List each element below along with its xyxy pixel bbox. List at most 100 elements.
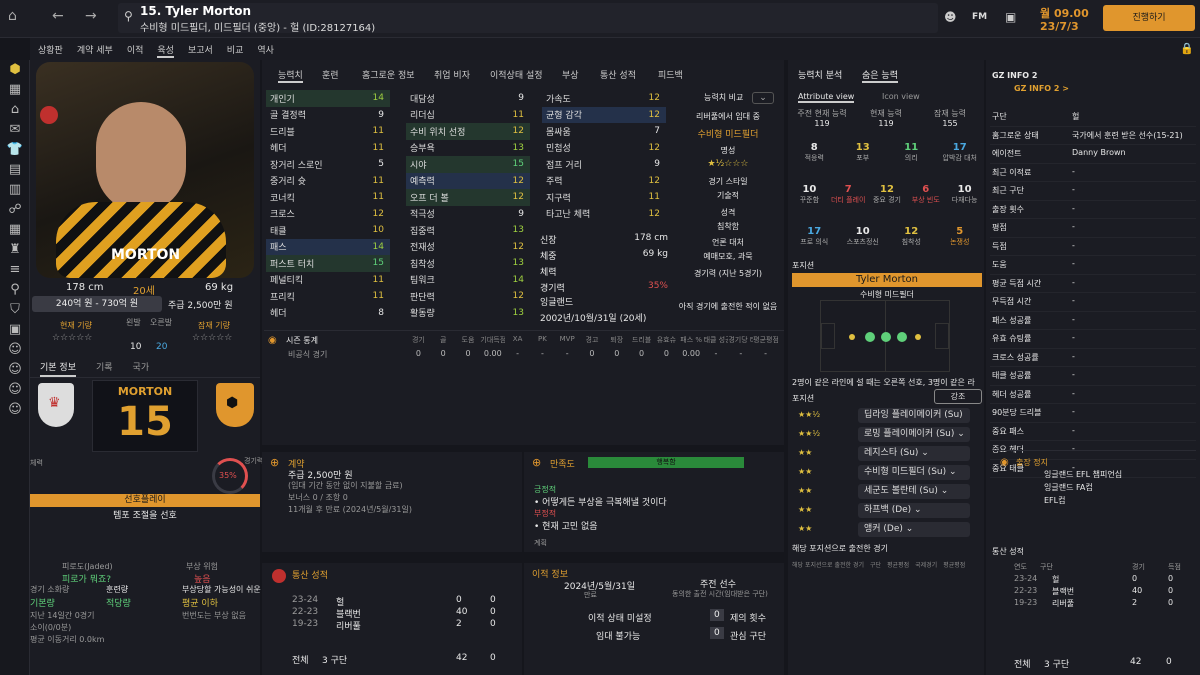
inbox-icon[interactable]: ▣ (1005, 10, 1016, 24)
attribute-row[interactable]: 점프 거리 9 (542, 156, 666, 173)
tactics-icon[interactable]: ▤ (0, 162, 30, 177)
home-nav-icon[interactable]: ⌂ (0, 102, 30, 117)
attribute-row[interactable]: 중거리 슛 11 (266, 173, 390, 190)
user2-icon[interactable]: ☺ (0, 402, 30, 417)
compare-dropdown-icon[interactable]: ⌄ (752, 92, 774, 104)
schedule-icon[interactable]: ▦ (0, 222, 30, 237)
tab-work-permit[interactable]: 취업 비자 (434, 68, 470, 81)
user-icon[interactable]: ☺ (0, 382, 30, 397)
tab-records[interactable]: 기록 (96, 360, 113, 377)
attribute-row[interactable]: 장거리 스로인 5 (266, 156, 390, 173)
nav-item-development[interactable]: 육성 (157, 43, 174, 58)
attribute-row[interactable]: 크로스 12 (266, 206, 390, 223)
attribute-row[interactable]: 팀워크 14 (406, 272, 530, 289)
attribute-row[interactable]: 개인기 14 (266, 90, 390, 107)
fm-logo[interactable]: FM (972, 12, 987, 22)
attribute-row[interactable]: 몸싸움 7 (542, 123, 666, 140)
attribute-row[interactable]: 시야 15 (406, 156, 530, 173)
role-button[interactable]: 세군도 볼란테 (Su) ⌄ (858, 484, 970, 499)
staff-icon[interactable]: ☍ (0, 202, 30, 217)
role-button[interactable]: 하프백 (De) ⌄ (858, 503, 970, 518)
emphasis-dropdown[interactable]: 강조 (934, 389, 982, 404)
tab-training[interactable]: 훈련 (322, 68, 339, 81)
nav-item-overview[interactable]: 상황판 (38, 43, 63, 58)
attribute-row[interactable]: 민첩성 12 (542, 140, 666, 157)
attribute-value: 10 (372, 225, 384, 236)
nav-item-transfer[interactable]: 이적 (127, 43, 144, 58)
attribute-value: 11 (512, 109, 524, 120)
back-arrow-icon[interactable]: ← (52, 8, 64, 24)
club-icon[interactable]: ☻ (944, 10, 957, 24)
attribute-row[interactable]: 판단력 12 (406, 288, 530, 305)
tab-attributes[interactable]: 능력치 (278, 68, 303, 83)
shield-icon[interactable]: ⛉ (0, 302, 30, 317)
season-column-header: 기대득점 (480, 336, 506, 344)
tab-hidden[interactable]: 숨은 능력 (862, 68, 898, 83)
attribute-row[interactable]: 헤더 8 (266, 305, 390, 322)
role-button[interactable]: 로밍 플레이메이커 (Su) ⌄ (858, 427, 970, 442)
attribute-row[interactable]: 패스 14 (266, 238, 390, 255)
attribute-row[interactable]: 페널티킥 11 (266, 272, 390, 289)
attribute-row[interactable]: 지구력 11 (542, 189, 666, 206)
role-button[interactable]: 수비형 미드필더 (Su) ⌄ (858, 465, 970, 480)
mail-icon[interactable]: ✉ (0, 122, 30, 137)
tab-nation[interactable]: 국가 (133, 360, 150, 377)
tab-basic-info[interactable]: 기본 정보 (40, 360, 76, 377)
nav-item-contract[interactable]: 계약 세부 (77, 43, 113, 58)
attribute-row[interactable]: 프리킥 11 (266, 288, 390, 305)
tab-transfer-status[interactable]: 이적상태 설정 (490, 68, 543, 81)
attribute-row[interactable]: 수비 위치 선정 12 (406, 123, 530, 140)
attribute-row[interactable]: 균형 감각 12 (542, 106, 666, 123)
attribute-view-tab[interactable]: Attribute view (798, 92, 855, 103)
home-icon[interactable]: ⌂ (8, 8, 17, 24)
attribute-row[interactable]: 대담성 9 (406, 90, 530, 107)
data-icon[interactable]: ▥ (0, 182, 30, 197)
attribute-row[interactable]: 타고난 체력 12 (542, 206, 666, 223)
list-icon[interactable]: ≡ (0, 262, 30, 277)
people-icon[interactable]: ☺ (0, 342, 30, 357)
attribute-row[interactable]: 승부욕 13 (406, 140, 530, 157)
group-icon[interactable]: ☺ (0, 362, 30, 377)
attribute-row[interactable]: 리더십 11 (406, 107, 530, 124)
nav-item-compare[interactable]: 비교 (227, 43, 244, 58)
shirt-icon[interactable]: 👕 (0, 142, 30, 157)
gz-subtitle[interactable]: GZ INFO 2 > (1014, 84, 1069, 93)
attribute-row[interactable]: 전재성 12 (406, 239, 530, 256)
attribute-row[interactable]: 침착성 13 (406, 255, 530, 272)
attribute-row[interactable]: 활동량 13 (406, 305, 530, 322)
icon-view-tab[interactable]: Icon view (882, 92, 920, 101)
search-icon[interactable]: ⚲ (124, 9, 133, 23)
gz-row-value: - (1072, 185, 1075, 194)
role-button[interactable]: 딥라잉 플레이메이커 (Su) ⌄ (858, 408, 970, 435)
tab-injury[interactable]: 부상 (562, 68, 579, 81)
forward-arrow-icon[interactable]: → (85, 8, 97, 24)
attribute-row[interactable]: 주력 12 (542, 173, 666, 190)
tab-homegrown[interactable]: 홈그로운 정보 (362, 68, 415, 81)
attribute-row[interactable]: 코너킥 11 (266, 189, 390, 206)
tab-feedback[interactable]: 피드백 (658, 68, 683, 81)
scout-icon[interactable]: ⚲ (0, 282, 30, 297)
nav-item-history[interactable]: 역사 (257, 43, 274, 58)
attribute-row[interactable]: 골 결정력 9 (266, 107, 390, 124)
role-button[interactable]: 레지스타 (Su) ⌄ (858, 446, 970, 461)
attribute-row[interactable]: 드리블 11 (266, 123, 390, 140)
interest-label: 관심 구단 (730, 632, 766, 642)
attribute-row[interactable]: 헤더 11 (266, 140, 390, 157)
lock-icon[interactable]: 🔒 (1180, 42, 1194, 55)
nav-item-report[interactable]: 보고서 (188, 43, 213, 58)
attribute-row[interactable]: 태클 10 (266, 222, 390, 239)
club-crest-icon[interactable]: ⬢ (0, 62, 30, 77)
tab-analysis[interactable]: 능력치 분석 (798, 68, 842, 81)
finance-icon[interactable]: ▣ (0, 322, 30, 337)
attribute-row[interactable]: 집중력 13 (406, 222, 530, 239)
attribute-row[interactable]: 오프 더 볼 12 (406, 189, 530, 206)
trophy-icon[interactable]: ♜ (0, 242, 30, 257)
attribute-row[interactable]: 예측력 12 (406, 172, 530, 189)
calendar-icon[interactable]: ▦ (0, 82, 30, 97)
role-button[interactable]: 앵커 (De) ⌄ (858, 522, 970, 537)
attribute-row[interactable]: 가속도 12 (542, 90, 666, 107)
attribute-row[interactable]: 적극성 9 (406, 206, 530, 223)
attribute-row[interactable]: 퍼스트 터치 15 (266, 255, 390, 272)
tab-career-stats[interactable]: 통산 성적 (600, 68, 636, 81)
continue-button[interactable]: 진행하기 (1103, 5, 1195, 31)
